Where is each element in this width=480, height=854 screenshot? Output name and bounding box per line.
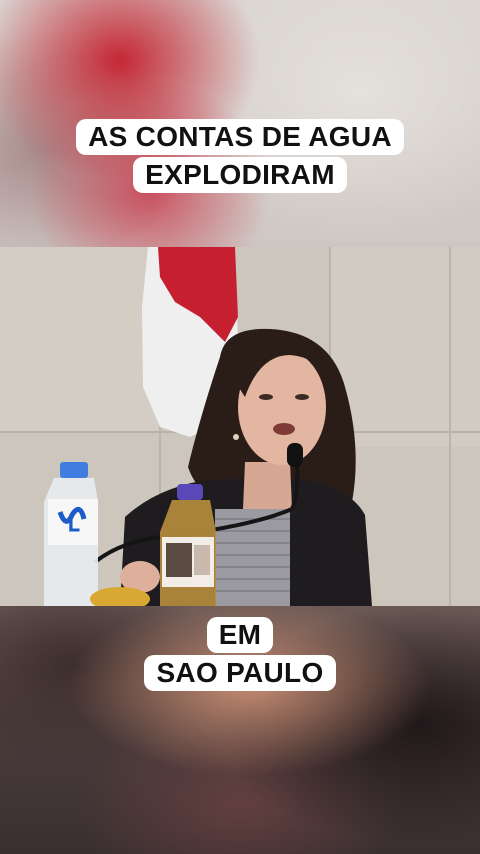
caption-top-line-2: EXPLODIRAM	[133, 157, 347, 193]
water-bottle: ւ	[44, 462, 98, 606]
caption-bottom: EM SAO PAULO	[0, 617, 480, 693]
neck	[243, 462, 292, 509]
caption-top-line-1: AS CONTAS DE AGUA	[76, 119, 404, 155]
right-eye	[295, 394, 309, 400]
video-frame[interactable]: ւ	[0, 247, 480, 606]
speaker-scene: ւ	[0, 247, 480, 606]
mouth	[273, 423, 295, 435]
caption-top: AS CONTAS DE AGUA EXPLODIRAM	[0, 119, 480, 195]
left-eye	[259, 394, 273, 400]
caption-bottom-line-1: EM	[206, 617, 274, 653]
caption-bottom-line-2: SAO PAULO	[144, 655, 336, 691]
microphone-head	[287, 443, 303, 467]
